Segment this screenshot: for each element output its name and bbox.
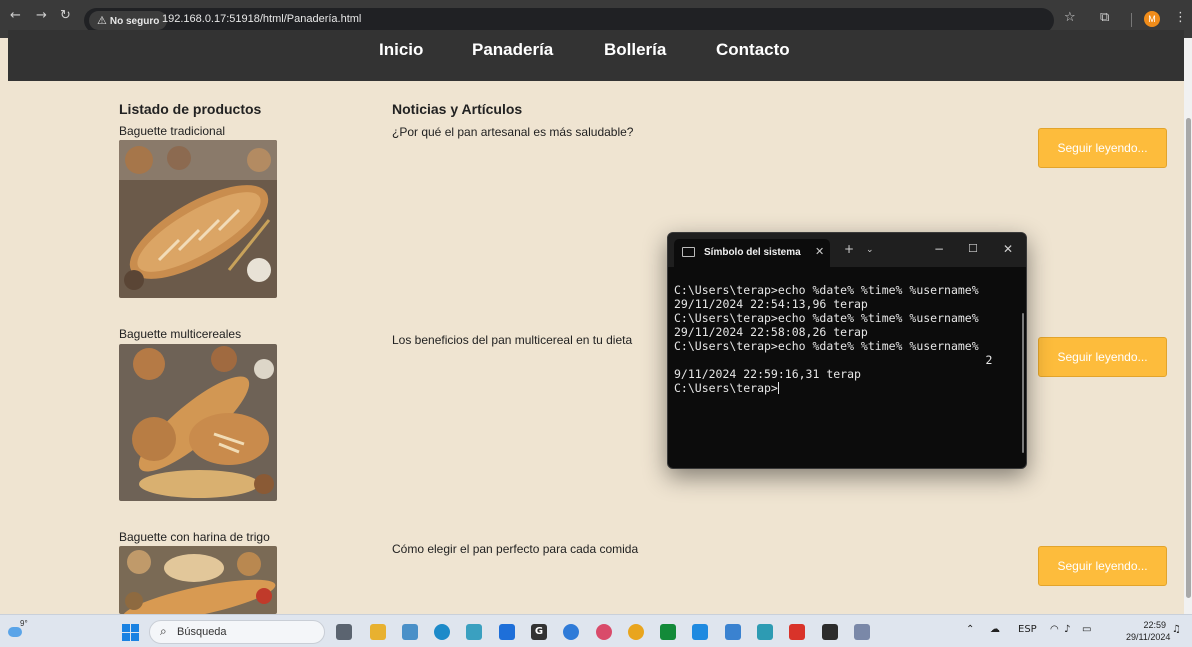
- news-heading: Noticias y Artículos: [392, 101, 523, 117]
- search-placeholder: Búsqueda: [177, 626, 227, 638]
- tray-chevron-icon[interactable]: ⌃: [966, 624, 974, 635]
- article-title: ¿Por qué el pan artesanal es más saludab…: [392, 125, 634, 139]
- notification-bell-icon[interactable]: ♫: [1172, 624, 1181, 635]
- terminal-line: 29/11/2024 22:54:13,96 terap: [674, 297, 868, 311]
- nav-link-inicio[interactable]: Inicio: [379, 40, 423, 60]
- site-navbar: Inicio Panadería Bollería Contacto: [8, 30, 1184, 81]
- terminal-line: C:\Users\terap>echo %date% %time% %usern…: [674, 283, 979, 297]
- weather-cloud-icon: [8, 627, 22, 637]
- terminal-line: C:\Users\terap>echo %date% %time% %usern…: [674, 311, 979, 325]
- terminal-titlebar[interactable]: Símbolo del sistema ✕ + ⌄ − ☐ ✕: [668, 233, 1026, 267]
- terminal-line: C:\Users\terap>echo %date% %time% %usern…: [674, 339, 979, 353]
- app-icon[interactable]: [466, 624, 482, 640]
- g-app-icon[interactable]: G: [531, 624, 547, 640]
- command-prompt-window[interactable]: Símbolo del sistema ✕ + ⌄ − ☐ ✕ C:\Users…: [667, 232, 1027, 469]
- product-image-baguette-harina-trigo: [119, 546, 277, 614]
- terminal-prompt-line[interactable]: C:\Users\terap>: [674, 381, 993, 395]
- product-title: Baguette tradicional: [119, 124, 226, 138]
- edge-browser-icon[interactable]: [434, 624, 450, 640]
- taskbar-search[interactable]: ⌕ Búsqueda: [149, 620, 325, 644]
- start-button[interactable]: [122, 624, 139, 641]
- windows-taskbar: 9° ⌕ Búsqueda G ⌃ ☁ ESP ◠ ♪ ▭ 22:59 29/1…: [0, 614, 1192, 647]
- read-more-button[interactable]: Seguir leyendo...: [1038, 546, 1167, 586]
- terminal-tab[interactable]: Símbolo del sistema ✕: [674, 239, 830, 267]
- terminal-output[interactable]: C:\Users\terap>echo %date% %time% %usern…: [674, 283, 993, 395]
- tab-close-icon[interactable]: ✕: [815, 245, 824, 258]
- terminal-line: 2: [674, 353, 993, 367]
- chrome-browser-icon[interactable]: [628, 624, 644, 640]
- language-indicator[interactable]: ESP: [1018, 624, 1037, 635]
- product-image-baguette-multicereales: [119, 344, 277, 501]
- nav-link-bolleria[interactable]: Bollería: [604, 40, 666, 60]
- page-scrollbar-thumb[interactable]: [1186, 118, 1191, 598]
- clock-date: 29/11/2024: [1126, 632, 1171, 642]
- profile-avatar[interactable]: M: [1144, 11, 1160, 27]
- read-more-button[interactable]: Seguir leyendo...: [1038, 128, 1167, 168]
- security-badge[interactable]: ⚠ No seguro: [89, 11, 168, 30]
- window-close-icon[interactable]: ✕: [1003, 242, 1013, 256]
- maximize-icon[interactable]: ☐: [968, 242, 978, 255]
- battery-icon[interactable]: ▭: [1082, 624, 1091, 635]
- read-more-button[interactable]: Seguir leyendo...: [1038, 337, 1167, 377]
- forward-icon[interactable]: →: [36, 8, 47, 23]
- text-cursor: [777, 382, 779, 394]
- weather-widget[interactable]: 9°: [6, 619, 32, 641]
- article-title: Cómo elegir el pan perfecto para cada co…: [392, 542, 639, 556]
- nav-link-panaderia[interactable]: Panadería: [472, 40, 553, 60]
- system-clock[interactable]: 22:59 29/11/2024: [1126, 619, 1171, 643]
- menu-kebab-icon[interactable]: ⋮: [1174, 10, 1187, 25]
- clock-time: 22:59: [1143, 620, 1166, 630]
- product-title: Baguette multicereales: [119, 327, 242, 341]
- wifi-icon[interactable]: ◠: [1050, 624, 1059, 635]
- terminal-icon: [682, 247, 695, 257]
- url-text[interactable]: 192.168.0.17:51918/html/Panadería.html: [162, 13, 361, 25]
- terminal-scrollbar[interactable]: [1022, 313, 1024, 453]
- article-title: Los beneficios del pan multicereal en tu…: [392, 333, 633, 347]
- onedrive-icon[interactable]: ☁: [990, 624, 1000, 635]
- products-heading: Listado de productos: [119, 101, 262, 117]
- product-title: Baguette con harina de trigo: [119, 530, 270, 544]
- vscode-icon[interactable]: [692, 624, 708, 640]
- terminal-line: 29/11/2024 22:58:08,26 terap: [674, 325, 868, 339]
- terminal-app-icon[interactable]: [822, 624, 838, 640]
- terminal-tab-title: Símbolo del sistema: [704, 247, 801, 258]
- extensions-icon[interactable]: ⧉: [1100, 10, 1109, 25]
- app-icon[interactable]: [854, 624, 870, 640]
- photos-app-icon[interactable]: [402, 624, 418, 640]
- app-icon[interactable]: [563, 624, 579, 640]
- reload-icon[interactable]: ↻: [60, 8, 71, 23]
- bookmark-star-icon[interactable]: ☆: [1064, 10, 1076, 25]
- terminal-prompt: C:\Users\terap>: [674, 381, 778, 395]
- search-icon: ⌕: [160, 624, 167, 638]
- weather-temperature: 9°: [20, 619, 28, 628]
- nav-link-contacto[interactable]: Contacto: [716, 40, 790, 60]
- volume-icon[interactable]: ♪: [1064, 624, 1070, 635]
- security-label: No seguro: [109, 16, 160, 27]
- document-app-icon[interactable]: [499, 624, 515, 640]
- app-icon[interactable]: [757, 624, 773, 640]
- warning-icon: ⚠: [97, 14, 107, 27]
- pdf-reader-icon[interactable]: [789, 624, 805, 640]
- new-tab-icon[interactable]: +: [844, 242, 854, 256]
- file-explorer-icon[interactable]: [370, 624, 386, 640]
- toolbar-divider: [1131, 13, 1132, 27]
- app-icon[interactable]: [596, 624, 612, 640]
- task-view-icon[interactable]: [336, 624, 352, 640]
- terminal-line: 9/11/2024 22:59:16,31 terap: [674, 367, 861, 381]
- minimize-icon[interactable]: −: [934, 242, 944, 256]
- tab-dropdown-icon[interactable]: ⌄: [866, 245, 874, 255]
- product-image-baguette-tradicional: [119, 140, 277, 298]
- app-icon[interactable]: [725, 624, 741, 640]
- xbox-icon[interactable]: [660, 624, 676, 640]
- back-icon[interactable]: ←: [10, 8, 21, 23]
